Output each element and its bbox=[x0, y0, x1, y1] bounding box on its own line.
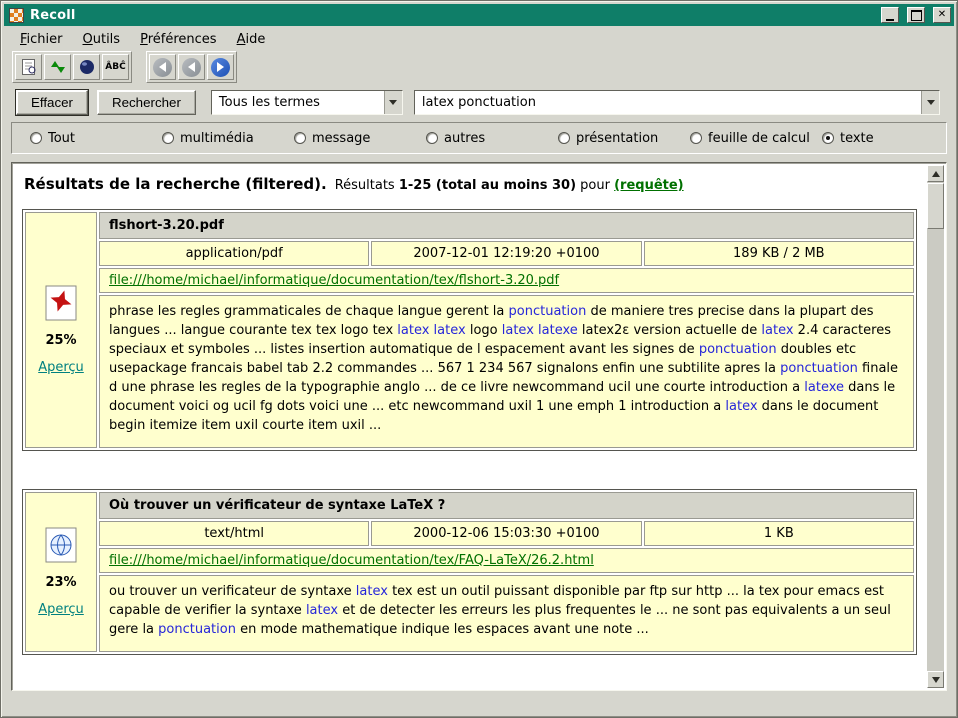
tool-group-nav bbox=[146, 51, 237, 83]
document-history-icon bbox=[78, 58, 96, 76]
filter-multimedia[interactable]: multimédia bbox=[162, 131, 294, 146]
filter-category-bar: Tout multimédia message autres présentat… bbox=[11, 122, 947, 154]
search-bar: Effacer Rechercher Tous les termes bbox=[4, 84, 954, 120]
result-size: 189 KB / 2 MB bbox=[644, 241, 914, 266]
result-url-link[interactable]: file:///home/michael/informatique/docume… bbox=[109, 273, 559, 288]
filter-autres[interactable]: autres bbox=[426, 131, 558, 146]
result-snippet: ou trouver un verificateur de syntaxe la… bbox=[99, 575, 914, 652]
result-date: 2000-12-06 15:03:30 +0100 bbox=[371, 521, 641, 546]
preview-link[interactable]: Aperçu bbox=[38, 360, 84, 375]
result-date: 2007-12-01 12:19:20 +0100 bbox=[371, 241, 641, 266]
menubar: Fichier Outils Préférences Aide bbox=[4, 26, 954, 50]
status-bar bbox=[4, 694, 954, 714]
results-list: Résultats de la recherche (filtered).Rés… bbox=[14, 165, 925, 688]
search-mode-value: Tous les termes bbox=[212, 95, 384, 110]
term-explorer-button[interactable]: ÂBĈ bbox=[102, 54, 129, 80]
scroll-up-button[interactable] bbox=[927, 165, 944, 182]
search-query-combo bbox=[414, 90, 940, 115]
prev-page-button[interactable] bbox=[178, 54, 205, 80]
scrollbar-thumb[interactable] bbox=[927, 183, 944, 229]
filter-feuille-de-calcul[interactable]: feuille de calcul bbox=[690, 131, 822, 146]
relevance-score: 25% bbox=[45, 333, 76, 348]
search-mode-select[interactable]: Tous les termes bbox=[211, 90, 403, 115]
maximize-button[interactable] bbox=[907, 7, 925, 23]
result-item: 25% Aperçu flshort-3.20.pdf application/… bbox=[22, 209, 917, 451]
filter-tout[interactable]: Tout bbox=[30, 131, 162, 146]
titlebar: Recoll bbox=[4, 4, 954, 26]
result-item: 23% Aperçu Où trouver un vérificateur de… bbox=[22, 489, 917, 655]
next-page-button[interactable] bbox=[207, 54, 234, 80]
next-page-icon bbox=[211, 58, 230, 77]
radio-icon[interactable] bbox=[426, 132, 438, 144]
arrow-down-icon bbox=[932, 677, 940, 687]
clear-button[interactable]: Effacer bbox=[16, 90, 88, 115]
search-mode-dropdown-button[interactable] bbox=[384, 91, 402, 114]
radio-icon[interactable] bbox=[822, 132, 834, 144]
document-history-button[interactable] bbox=[73, 54, 100, 80]
result-mimetype: application/pdf bbox=[99, 241, 369, 266]
search-button[interactable]: Rechercher bbox=[97, 90, 196, 115]
result-filename: flshort-3.20.pdf bbox=[99, 212, 914, 239]
pdf-icon bbox=[45, 285, 77, 321]
window-title: Recoll bbox=[30, 8, 873, 23]
tool-group-main: ÂBĈ bbox=[12, 51, 132, 83]
search-history-dropdown-button[interactable] bbox=[921, 91, 939, 114]
radio-icon[interactable] bbox=[558, 132, 570, 144]
close-button[interactable] bbox=[933, 7, 951, 23]
app-icon bbox=[9, 8, 24, 23]
result-mimetype: text/html bbox=[99, 521, 369, 546]
results-header: Résultats de la recherche (filtered).Rés… bbox=[22, 173, 921, 209]
relevance-score: 23% bbox=[45, 575, 76, 590]
vertical-scrollbar[interactable] bbox=[927, 165, 944, 688]
recoll-window: Recoll Fichier Outils Préférences Aide Â… bbox=[0, 0, 958, 718]
menu-preferences[interactable]: Préférences bbox=[130, 30, 226, 49]
radio-icon[interactable] bbox=[162, 132, 174, 144]
toolbar: ÂBĈ bbox=[4, 50, 954, 84]
advanced-search-button[interactable] bbox=[15, 54, 42, 80]
radio-icon[interactable] bbox=[30, 132, 42, 144]
preview-link[interactable]: Aperçu bbox=[38, 602, 84, 617]
minimize-button[interactable] bbox=[881, 7, 899, 23]
result-size: 1 KB bbox=[644, 521, 914, 546]
html-icon bbox=[45, 527, 77, 563]
filter-message[interactable]: message bbox=[294, 131, 426, 146]
query-link[interactable]: (requête) bbox=[614, 178, 684, 193]
results-pane: Résultats de la recherche (filtered).Rés… bbox=[11, 162, 947, 691]
first-page-button[interactable] bbox=[149, 54, 176, 80]
result-filename: Où trouver un vérificateur de syntaxe La… bbox=[99, 492, 914, 519]
sort-parameters-icon bbox=[49, 58, 67, 76]
chevron-down-icon bbox=[389, 100, 397, 105]
menu-outils[interactable]: Outils bbox=[73, 30, 131, 49]
result-snippet: phrase les regles grammaticales de chaqu… bbox=[99, 295, 914, 448]
menu-fichier[interactable]: Fichier bbox=[10, 30, 73, 49]
advanced-search-icon bbox=[20, 58, 38, 76]
radio-icon[interactable] bbox=[294, 132, 306, 144]
results-title: Résultats de la recherche (filtered). bbox=[24, 175, 327, 193]
arrow-up-icon bbox=[932, 167, 940, 177]
first-page-icon bbox=[153, 58, 172, 77]
search-input[interactable] bbox=[415, 91, 921, 114]
chevron-down-icon bbox=[927, 100, 935, 105]
prev-page-icon bbox=[182, 58, 201, 77]
scroll-down-button[interactable] bbox=[927, 671, 944, 688]
menu-aide[interactable]: Aide bbox=[227, 30, 276, 49]
result-url-link[interactable]: file:///home/michael/informatique/docume… bbox=[109, 553, 594, 568]
filter-texte[interactable]: texte bbox=[822, 131, 954, 146]
radio-icon[interactable] bbox=[690, 132, 702, 144]
filter-presentation[interactable]: présentation bbox=[558, 131, 690, 146]
term-explorer-icon: ÂBĈ bbox=[105, 62, 125, 72]
sort-parameters-button[interactable] bbox=[44, 54, 71, 80]
